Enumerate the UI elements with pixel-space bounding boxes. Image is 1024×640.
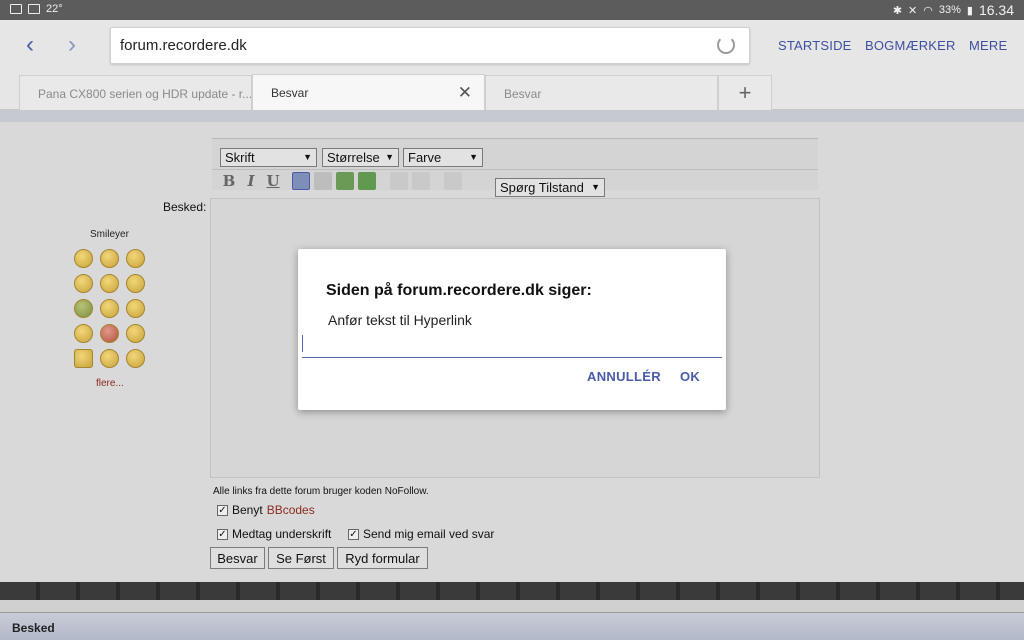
smiley-icon[interactable] [126,299,145,318]
ok-button[interactable]: OK [680,369,700,384]
color-select[interactable]: Farve ▼ [403,148,483,167]
clear-form-button[interactable]: Ryd formular [337,547,428,569]
bold-button[interactable]: B [220,172,238,190]
nofollow-note: Alle links fra dette forum bruger koden … [213,486,429,497]
smiley-icon[interactable] [126,349,145,368]
clock: 16.34 [978,2,1014,18]
font-select-value: Skrift [225,150,255,165]
indent-icon[interactable] [412,172,430,190]
bookmarks-link[interactable]: BOGMÆRKER [865,38,956,53]
browser-toolbar: ‹ › forum.recordere.dk STARTSIDE BOGMÆRK… [0,20,1024,72]
smileys-title: Smileyer [90,229,129,240]
chevron-down-icon: ▼ [469,152,478,162]
upload-image-icon[interactable] [358,172,376,190]
back-button[interactable]: ‹ [18,32,42,60]
smiley-icon[interactable] [74,249,93,268]
use-bbcodes-option[interactable]: ✓ Benyt BBcodes [217,503,315,517]
wifi-icon: ◠ [923,4,933,17]
reload-icon[interactable] [717,36,735,54]
more-smileys-link[interactable]: flere... [96,378,124,389]
decorative-band [0,582,1024,600]
battery-level: 33% [938,4,961,16]
smiley-icon[interactable] [100,274,119,293]
email-reply-option[interactable]: ✓ Send mig email ved svar [348,527,494,541]
email-label: Send mig email ved svar [363,527,495,541]
section-title: Besked [12,621,55,635]
align-icon[interactable] [444,172,462,190]
dialog-message: Anfør tekst til Hyperlink [328,312,472,328]
smiley-icon[interactable] [126,274,145,293]
include-signature-option[interactable]: ✓ Medtag underskrift [217,527,331,541]
size-select[interactable]: Størrelse ▼ [322,148,399,167]
smiley-icon[interactable] [126,324,145,343]
smiley-icon[interactable] [126,249,145,268]
signature-label: Medtag underskrift [232,527,332,541]
chevron-down-icon: ▼ [591,182,600,192]
home-link[interactable]: STARTSIDE [778,38,852,53]
gallery-icon [28,4,40,14]
preview-button[interactable]: Se Først [268,547,334,569]
list-icon[interactable] [390,172,408,190]
smiley-icon[interactable] [100,349,119,368]
chevron-down-icon: ▼ [303,152,312,162]
new-tab-button[interactable]: + [718,75,772,110]
underline-button[interactable]: U [264,172,282,190]
mute-icon: ✕ [908,4,918,17]
smiley-icon[interactable] [74,349,93,368]
tab-label: Pana CX800 serien og HDR update - r... [38,87,252,101]
color-select-value: Farve [408,150,442,165]
divider [212,169,818,170]
image-icon[interactable] [336,172,354,190]
tab-besvar-active[interactable]: Besvar ✕ [252,74,485,111]
chevron-down-icon: ▼ [385,152,394,162]
email-icon[interactable] [314,172,332,190]
section-header: Besked [0,612,1024,640]
text-cursor [302,335,303,352]
ask-mode-select[interactable]: Spørg Tilstand ▼ [495,178,605,197]
tab-besvar[interactable]: Besvar [485,75,718,110]
smiley-icon[interactable] [74,299,93,318]
address-bar[interactable]: forum.recordere.dk [110,27,750,64]
bluetooth-icon: ✱ [892,4,903,17]
hyperlink-icon[interactable] [292,172,310,190]
editor-toolbar: Skrift ▼ Størrelse ▼ Farve ▼ B I U Spørg Ti… [212,138,818,197]
mail-icon [10,4,22,14]
tab-strip: Pana CX800 serien og HDR update - r... B… [0,72,1024,111]
font-select[interactable]: Skrift ▼ [220,148,317,167]
dialog-title: Siden på forum.recordere.dk siger: [326,282,592,299]
tab-label: Besvar [504,87,542,101]
temperature: 22° [46,3,63,15]
tab-pana[interactable]: Pana CX800 serien og HDR update - r... [19,75,252,110]
bbcodes-link[interactable]: BBcodes [267,503,315,517]
more-link[interactable]: MERE [969,38,1007,53]
tab-label: Besvar [271,86,309,100]
message-label: Besked: [163,200,207,214]
battery-icon: ▮ [966,4,973,17]
smiley-icon[interactable] [74,324,93,343]
page-header-band [0,110,1024,122]
smiley-icon[interactable] [74,274,93,293]
close-icon[interactable]: ✕ [458,83,472,103]
cancel-button[interactable]: ANNULLÉR [587,369,661,384]
status-bar: 22° ✱ ✕ ◠ 33% ▮ 16.34 [0,0,1024,20]
email-checkbox[interactable]: ✓ [348,528,359,540]
italic-button[interactable]: I [242,172,260,190]
reply-button[interactable]: Besvar [210,547,265,569]
ask-mode-value: Spørg Tilstand [500,180,584,195]
forward-button[interactable]: › [60,32,84,60]
hyperlink-text-input[interactable] [302,332,722,358]
smiley-icon[interactable] [100,249,119,268]
bbcodes-checkbox[interactable]: ✓ [217,504,228,516]
size-select-value: Størrelse [327,150,380,165]
smiley-grid [74,249,154,368]
smiley-icon[interactable] [100,324,119,343]
prompt-dialog: Siden på forum.recordere.dk siger: Anfør… [298,249,726,410]
use-prefix: Benyt [232,503,263,517]
smiley-icon[interactable] [100,299,119,318]
signature-checkbox[interactable]: ✓ [217,528,228,540]
url-text: forum.recordere.dk [120,37,247,54]
